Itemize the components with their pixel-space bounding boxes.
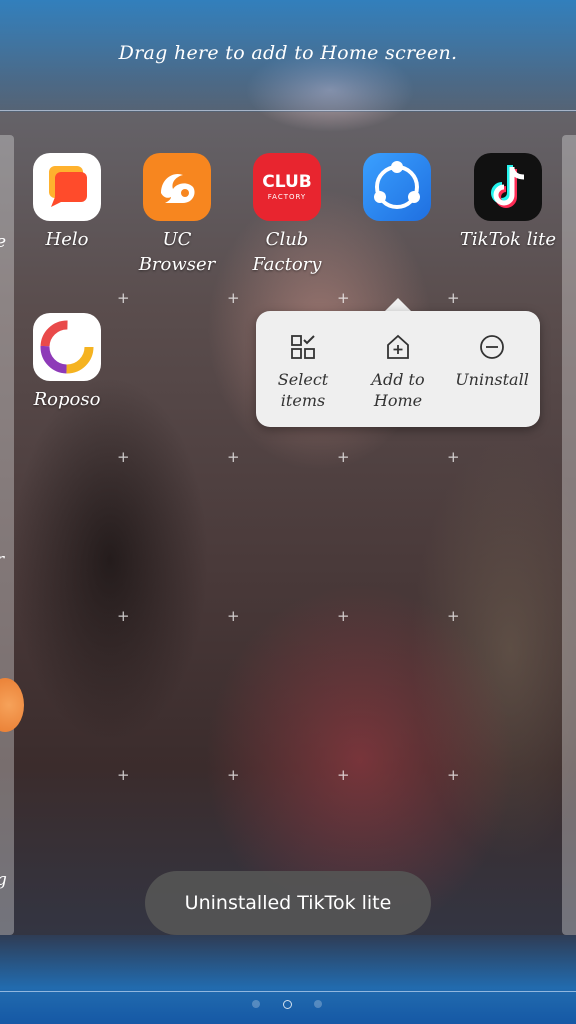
page-indicator[interactable] (0, 997, 576, 1011)
app-label-line1: Club (265, 229, 309, 250)
grid-plus-marker: + (337, 289, 350, 307)
grid-plus-marker: + (227, 766, 240, 784)
app-helo[interactable]: Helo (12, 153, 122, 252)
grid-plus-marker: + (337, 766, 350, 784)
add-home-icon (387, 334, 409, 359)
add-to-home-label: Add to Home (351, 369, 445, 411)
app-label: Helo (45, 229, 89, 250)
grid-plus-marker: + (117, 766, 130, 784)
select-items-icon (291, 335, 315, 359)
app-context-menu: Select items Add to Home Uninstall (256, 311, 540, 427)
app-uc-browser[interactable]: UC Browser (122, 153, 232, 277)
app-club-factory[interactable]: CLUB FACTORY Club Factory (232, 153, 342, 277)
page-dot (252, 1000, 260, 1008)
shareit-icon (363, 153, 431, 221)
app-tiktok-lite[interactable]: TikTok lite (453, 153, 563, 252)
roposo-icon (33, 313, 101, 381)
toast-message: Uninstalled TikTok lite (145, 871, 431, 935)
uninstall-label: Uninstall (445, 369, 539, 390)
edge-label: r (0, 550, 4, 570)
previous-page-edge[interactable] (0, 135, 14, 935)
uninstall-label-line1: Uninstall (455, 370, 529, 389)
club-factory-icon-subtext: FACTORY (267, 193, 307, 201)
add-to-home-button[interactable]: Add to Home (351, 311, 445, 427)
page-dot (314, 1000, 322, 1008)
app-shareit[interactable] (342, 153, 452, 221)
grid-plus-marker: + (447, 289, 460, 307)
uc-browser-icon (143, 153, 211, 221)
club-factory-icon-text: CLUB (262, 172, 312, 192)
select-items-button[interactable]: Select items (256, 311, 350, 427)
grid-plus-marker: + (227, 289, 240, 307)
uninstall-icon (480, 335, 504, 359)
select-items-label-line1: Select (277, 370, 329, 389)
select-items-label: Select items (256, 369, 350, 411)
drag-hint-text: Drag here to add to Home screen. (118, 42, 458, 64)
bottom-divider (0, 991, 576, 992)
grid-plus-marker: + (117, 289, 130, 307)
app-label-line2: Factory (252, 254, 322, 275)
app-label: TikTok lite (459, 229, 557, 250)
app-roposo[interactable]: Roposo (12, 313, 122, 412)
app-label: Roposo (33, 389, 101, 410)
grid-plus-marker: + (447, 607, 460, 625)
add-to-home-label-line2: Home (373, 391, 423, 410)
grid-plus-marker: + (117, 448, 130, 466)
grid-plus-marker: + (227, 607, 240, 625)
helo-icon (33, 153, 101, 221)
grid-plus-marker: + (337, 448, 350, 466)
page-dot-current (283, 1000, 292, 1009)
grid-plus-marker: + (447, 448, 460, 466)
grid-plus-marker: + (447, 766, 460, 784)
popup-arrow (384, 298, 412, 312)
tiktok-lite-icon (474, 153, 542, 221)
next-page-edge[interactable] (562, 135, 576, 935)
select-items-label-line2: items (280, 391, 326, 410)
app-label: UC Browser (138, 229, 216, 275)
grid-plus-marker: + (117, 607, 130, 625)
grid-plus-marker: + (227, 448, 240, 466)
uninstall-button[interactable]: Uninstall (445, 311, 539, 427)
edge-label: e (0, 232, 6, 252)
drop-zone-divider (0, 110, 576, 111)
club-factory-icon: CLUB FACTORY (253, 153, 321, 221)
add-to-home-label-line1: Add to (371, 370, 425, 389)
grid-plus-marker: + (337, 607, 350, 625)
edge-label: g (0, 870, 7, 890)
